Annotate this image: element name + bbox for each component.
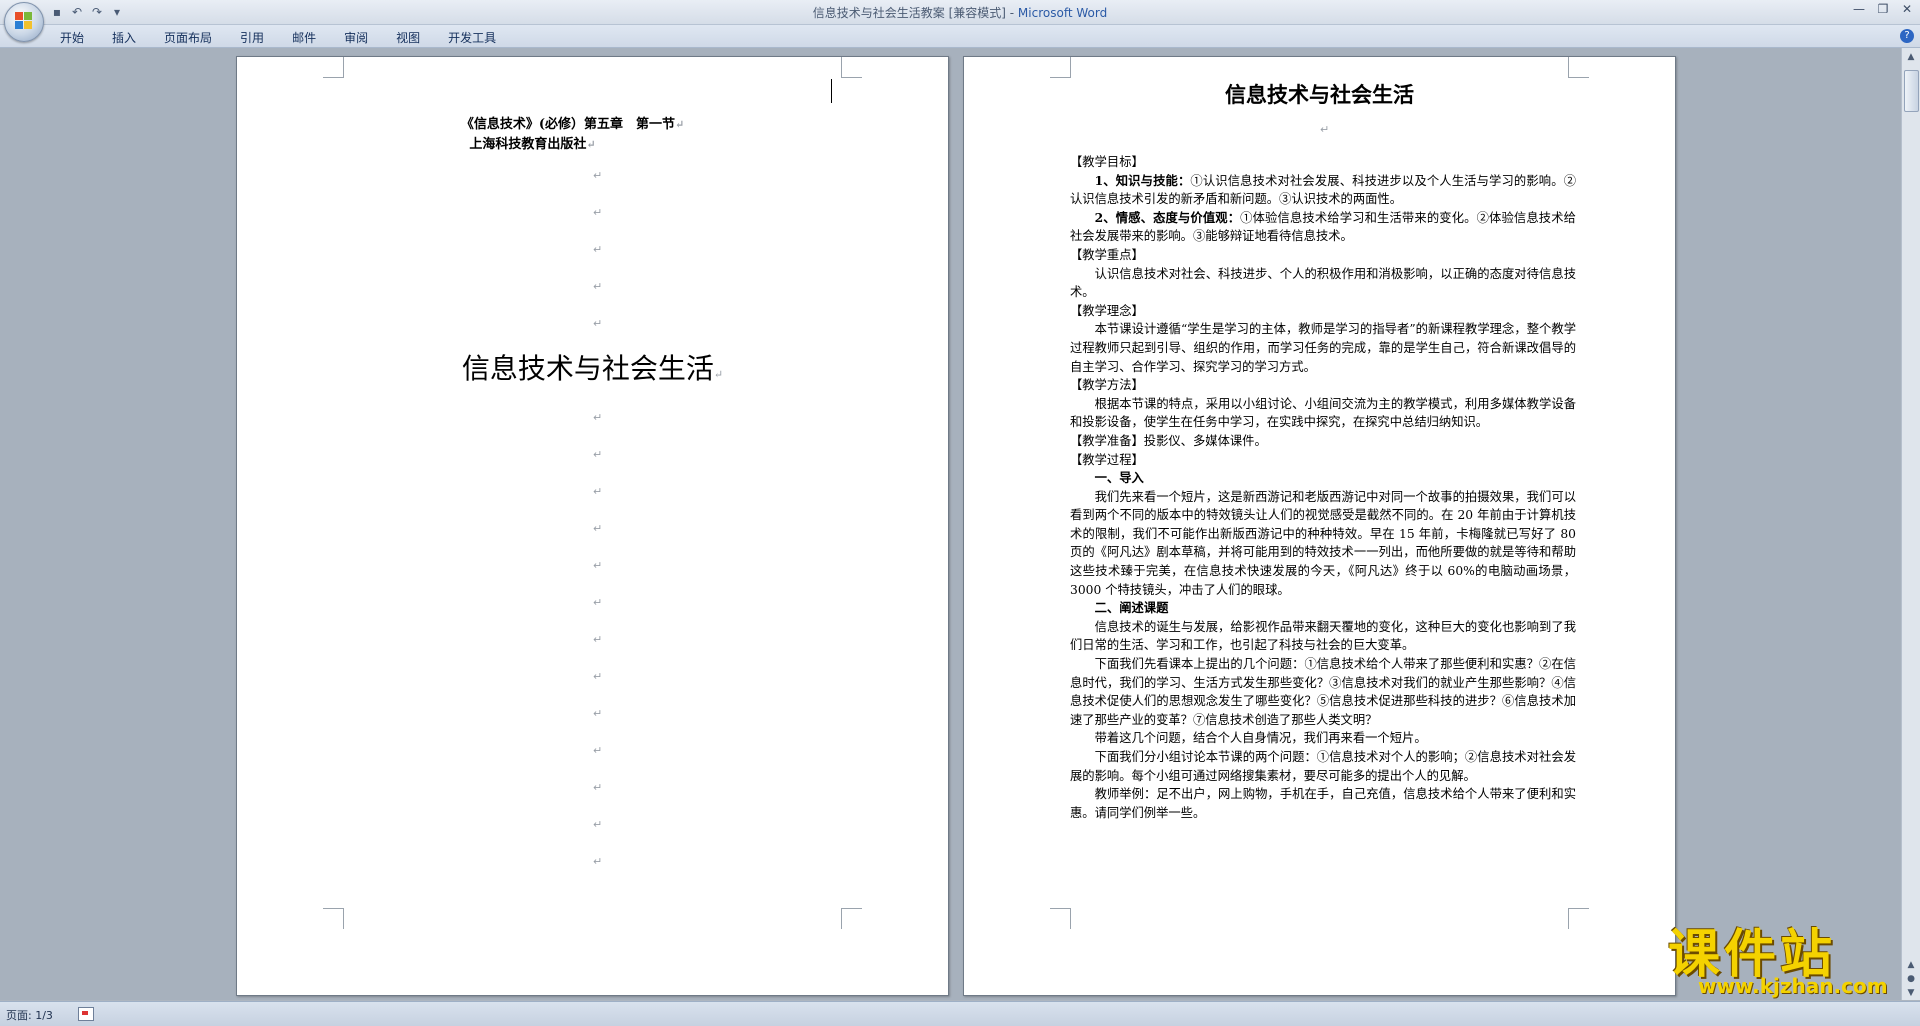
document-title: 信息技术与社会生活教案 [兼容模式] - <box>812 6 1018 20</box>
crop-mark <box>323 57 344 78</box>
tab-home[interactable]: 开始 <box>60 29 84 46</box>
office-logo-icon <box>15 12 33 30</box>
lesson-body: 【教学目标】 1、知识与技能：①认识信息技术对社会发展、科技进步以及个人生活与学… <box>1070 153 1576 822</box>
tab-mailings[interactable]: 邮件 <box>292 29 316 46</box>
crop-mark <box>1568 57 1589 78</box>
restore-icon[interactable]: ❐ <box>1876 2 1890 16</box>
paragraph-method: 根据本节课的特点，采用以小组讨论、小组间交流为主的教学模式，利用多媒体教学设备和… <box>1070 396 1576 430</box>
paragraph-topic: 信息技术的诞生与发展，给影视作品带来翻天覆地的变化，这种巨大的变化也影响到了我们… <box>1070 619 1576 653</box>
lesson-title: 信息技术与社会生活 <box>1225 82 1414 107</box>
paragraph-knowledge: 1、知识与技能：①认识信息技术对社会发展、科技进步以及个人生活与学习的影响。②认… <box>1070 172 1576 207</box>
window-title: 信息技术与社会生活教案 [兼容模式] - Microsoft Word <box>0 4 1920 21</box>
app-name: Microsoft Word <box>1017 6 1108 20</box>
previous-page-icon[interactable]: ▲ <box>1905 960 1917 972</box>
paragraph-key-points: 认识信息技术对社会、科技进步、个人的积极作用和消极影响，以正确的态度对待信息技术… <box>1070 266 1576 300</box>
heading-objectives: 【教学目标】 <box>1070 155 1144 169</box>
paragraph-mark: ↵ <box>1320 123 1330 136</box>
title-bar: ▪ ↶ ↷ ▾ 信息技术与社会生活教案 [兼容模式] - Microsoft W… <box>0 0 1920 25</box>
heading-process: 【教学过程】 <box>1070 452 1144 467</box>
crop-mark <box>1568 908 1589 929</box>
tab-view[interactable]: 视图 <box>396 29 420 46</box>
section-intro: 一、导入 <box>1094 470 1144 486</box>
close-icon[interactable]: ✕ <box>1900 2 1914 16</box>
paragraph-questions: 下面我们先看课本上提出的几个问题：①信息技术给个人带来了那些便利和实惠？②在信息… <box>1070 657 1576 727</box>
paragraph-concept: 本节课设计遵循“学生是学习的主体，教师是学习的指导者”的新课程教学理念，整个教学… <box>1070 322 1576 374</box>
tab-developer[interactable]: 开发工具 <box>448 29 496 46</box>
scroll-thumb[interactable] <box>1904 70 1919 112</box>
page-2[interactable]: 信息技术与社会生活 ↵ 【教学目标】 1、知识与技能：①认识信息技术对社会发展、… <box>963 56 1676 996</box>
paragraph-discussion: 下面我们分小组讨论本节课的两个问题：①信息技术对个人的影响；②信息技术对社会发展… <box>1070 750 1576 783</box>
cover-title: 信息技术与社会生活↵ <box>461 352 724 385</box>
document-area[interactable]: 《信息技术》(必修）第五章 第一节↵ 上海科技教育出版社↵ 信息技术与社会生活↵… <box>0 48 1920 1000</box>
ribbon-tabs-bar: 开始 插入 页面布局 引用 邮件 审阅 视图 开发工具 ? <box>0 25 1920 48</box>
status-bar: 页面: 1/3 <box>0 1001 1920 1026</box>
page-1[interactable]: 《信息技术》(必修）第五章 第一节↵ 上海科技教育出版社↵ 信息技术与社会生活↵… <box>236 56 949 996</box>
text-cursor <box>831 79 832 103</box>
paragraph-example: 教师举例：足不出户，网上购物，手机在手，自己充值，信息技术给个人带来了便利和实惠… <box>1070 787 1576 820</box>
page-indicator[interactable]: 页面: 1/3 <box>6 1007 53 1023</box>
minimize-icon[interactable]: — <box>1852 2 1866 16</box>
tab-references[interactable]: 引用 <box>240 29 264 46</box>
ribbon-tabs: 开始 插入 页面布局 引用 邮件 审阅 视图 开发工具 <box>60 29 496 46</box>
paragraph-attitude: 2、情感、态度与价值观：①体验信息技术给学习和生活带来的变化。②体验信息技术给社… <box>1070 209 1576 244</box>
crop-mark <box>323 908 344 929</box>
tab-insert[interactable]: 插入 <box>112 29 136 46</box>
help-icon[interactable]: ? <box>1900 29 1914 43</box>
next-page-icon[interactable]: ▼ <box>1905 988 1917 1000</box>
tab-page-layout[interactable]: 页面布局 <box>164 29 212 46</box>
window-controls: — ❐ ✕ <box>1852 2 1914 16</box>
vertical-scrollbar[interactable]: ▲ ▲ ● ▼ <box>1901 48 1920 1000</box>
crop-mark <box>1050 57 1071 78</box>
proofing-status-icon[interactable] <box>78 1007 94 1021</box>
heading-concept: 【教学理念】 <box>1070 303 1144 318</box>
watermark-url: www.kjzhan.com <box>1698 974 1888 998</box>
section-topic: 二、阐述课题 <box>1094 600 1169 616</box>
office-button[interactable] <box>4 2 44 42</box>
crop-mark <box>841 57 862 78</box>
subtitle-publisher: 上海科技教育出版社↵ <box>469 137 596 152</box>
tab-review[interactable]: 审阅 <box>344 29 368 46</box>
paragraph-video: 带着这几个问题，结合个人自身情况，我们再来看一个短片。 <box>1094 731 1427 746</box>
heading-method: 【教学方法】 <box>1070 378 1144 393</box>
heading-key-points: 【教学重点】 <box>1070 247 1144 262</box>
heading-preparation: 【教学准备】投影仪、多媒体课件。 <box>1070 433 1267 448</box>
scroll-up-icon[interactable]: ▲ <box>1905 52 1917 64</box>
watermark-logo: 课件站 www.kjzhan.com <box>1668 912 1904 1000</box>
paragraph-intro: 我们先来看一个短片，这是新西游记和老版西游记中对同一个故事的拍摄效果，我们可以看… <box>1070 489 1576 597</box>
crop-mark <box>1050 908 1071 929</box>
subtitle-chapter: 《信息技术》(必修）第五章 第一节↵ <box>460 117 685 132</box>
select-browse-object-icon[interactable]: ● <box>1905 974 1917 986</box>
crop-mark <box>841 908 862 929</box>
